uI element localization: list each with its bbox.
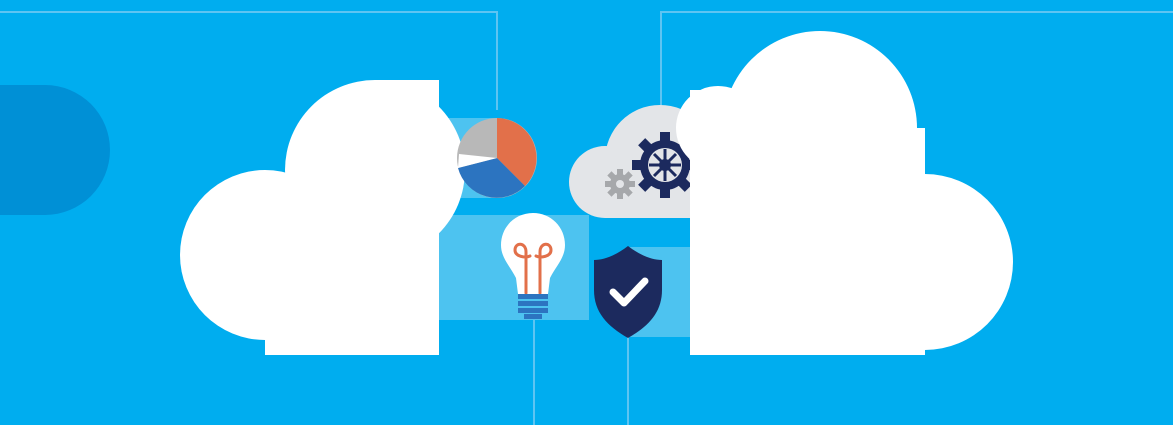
dark-circle	[0, 85, 110, 215]
cloud-left	[180, 80, 465, 355]
pie-chart-icon	[457, 118, 537, 198]
illustration-canvas	[0, 11, 1173, 425]
cloud-right	[676, 31, 1013, 355]
gear-small-icon	[605, 169, 635, 199]
cloud-illustration	[0, 0, 1173, 425]
